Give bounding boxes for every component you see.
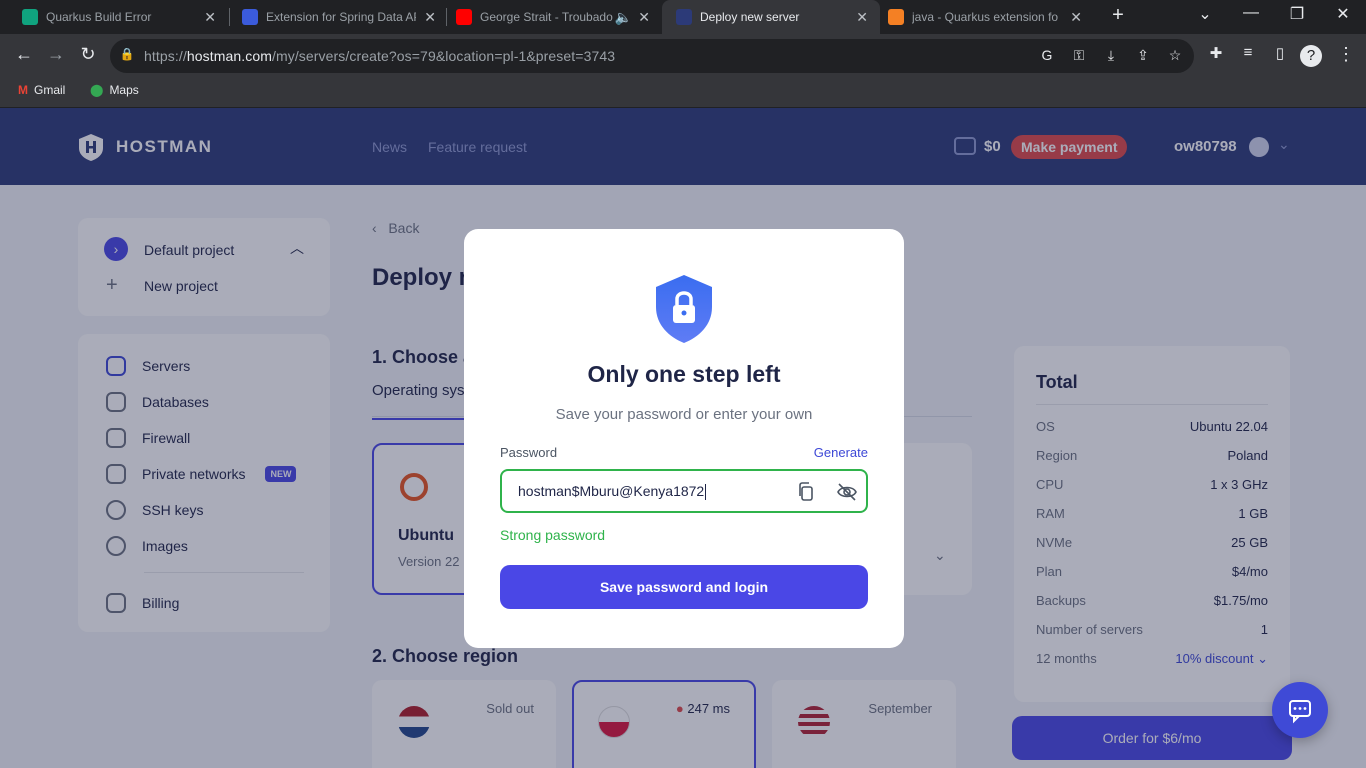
chat-button[interactable] [1272, 682, 1328, 738]
new-tab-button[interactable]: + [1098, 4, 1138, 27]
copy-icon[interactable] [796, 482, 816, 502]
password-strength: Strong password [500, 527, 606, 543]
browser-tab[interactable]: java - Quarkus extension fo ✕ [866, 0, 1094, 34]
bookmark-label: Gmail [34, 83, 66, 97]
side-panel-icon[interactable]: ▯ [1268, 44, 1292, 62]
share-icon[interactable]: ⇪ [1134, 47, 1152, 65]
tab-title: George Strait - Troubado [480, 10, 613, 24]
generate-link[interactable]: Generate [814, 445, 868, 460]
maps-pin-icon: ⬤ [90, 83, 104, 97]
tab-title: Deploy new server [700, 10, 800, 24]
menu-icon[interactable]: ⋮ [1334, 44, 1358, 65]
gmail-icon: M [18, 83, 28, 97]
lock-icon[interactable]: 🔒 [118, 47, 136, 65]
password-label: Password [500, 445, 558, 460]
browser-tab[interactable]: Extension for Spring Data AP ✕ [220, 0, 448, 34]
save-password-button[interactable]: Save password and login [500, 565, 868, 609]
extension-icon [242, 9, 258, 25]
browser-tab[interactable]: Quarkus Build Error ✕ [0, 0, 228, 34]
password-value[interactable]: hostman$Mburu@Kenya1872 [518, 483, 707, 501]
speaker-icon[interactable]: 🔈 [615, 9, 632, 26]
minimize-button[interactable]: — [1231, 4, 1271, 22]
close-icon[interactable]: ✕ [204, 9, 216, 26]
tab-title: java - Quarkus extension fo [912, 10, 1059, 24]
browser-toolbar: ← → ↻ 🔒 https://hostman.com/my/servers/c… [0, 34, 1366, 78]
password-modal: Only one step left Save your password or… [464, 229, 904, 648]
browser-tab-active[interactable]: Deploy new server ✕ [662, 0, 880, 34]
bookmark-label: Maps [109, 83, 139, 97]
url-text: https://hostman.com/my/servers/create?os… [144, 48, 616, 64]
bookmark-maps[interactable]: ⬤ Maps [90, 83, 139, 97]
tab-title: Extension for Spring Data AP [266, 10, 416, 24]
back-arrow-icon[interactable]: ← [12, 44, 36, 65]
stackoverflow-icon [888, 9, 904, 25]
media-icon[interactable]: ≡ [1236, 44, 1260, 61]
shield-lock-icon [656, 275, 712, 343]
bookmark-gmail[interactable]: M Gmail [18, 83, 65, 97]
extensions-icon[interactable]: ✚ [1204, 44, 1228, 62]
key-icon[interactable]: ⚿ [1070, 47, 1088, 65]
modal-title: Only one step left [587, 361, 781, 387]
browser-tab[interactable]: George Strait - Troubado 🔈 ✕ [434, 0, 662, 34]
openai-icon [22, 9, 38, 25]
profile-avatar[interactable]: ? [1300, 45, 1322, 67]
youtube-icon [456, 9, 472, 25]
restore-button[interactable]: ❐ [1277, 4, 1317, 24]
bookmark-star-icon[interactable]: ☆ [1166, 47, 1184, 65]
forward-arrow-icon[interactable]: → [44, 44, 68, 65]
install-icon[interactable]: ⤓ [1102, 47, 1120, 65]
close-icon[interactable]: ✕ [638, 9, 650, 26]
tab-search-icon[interactable]: ⌄ [1185, 4, 1225, 24]
browser-tabstrip: Quarkus Build Error ✕ Extension for Spri… [0, 0, 1366, 34]
page-content: HOSTMAN News Feature request $0 Make pay… [0, 108, 1366, 768]
hostman-icon [676, 9, 692, 25]
password-field[interactable]: hostman$Mburu@Kenya1872 [500, 469, 868, 513]
google-icon[interactable]: G [1038, 47, 1056, 65]
close-icon[interactable]: ✕ [1070, 9, 1082, 26]
window-close-button[interactable]: ✕ [1323, 4, 1363, 24]
tab-title: Quarkus Build Error [46, 10, 152, 24]
eye-off-icon[interactable] [836, 482, 858, 502]
reload-icon[interactable]: ↻ [76, 44, 100, 65]
bookmarks-bar: M Gmail ⬤ Maps [0, 78, 1366, 108]
address-bar[interactable]: 🔒 https://hostman.com/my/servers/create?… [110, 39, 1194, 73]
chat-bubble-icon [1289, 700, 1311, 724]
modal-subtitle: Save your password or enter your own [555, 406, 813, 423]
